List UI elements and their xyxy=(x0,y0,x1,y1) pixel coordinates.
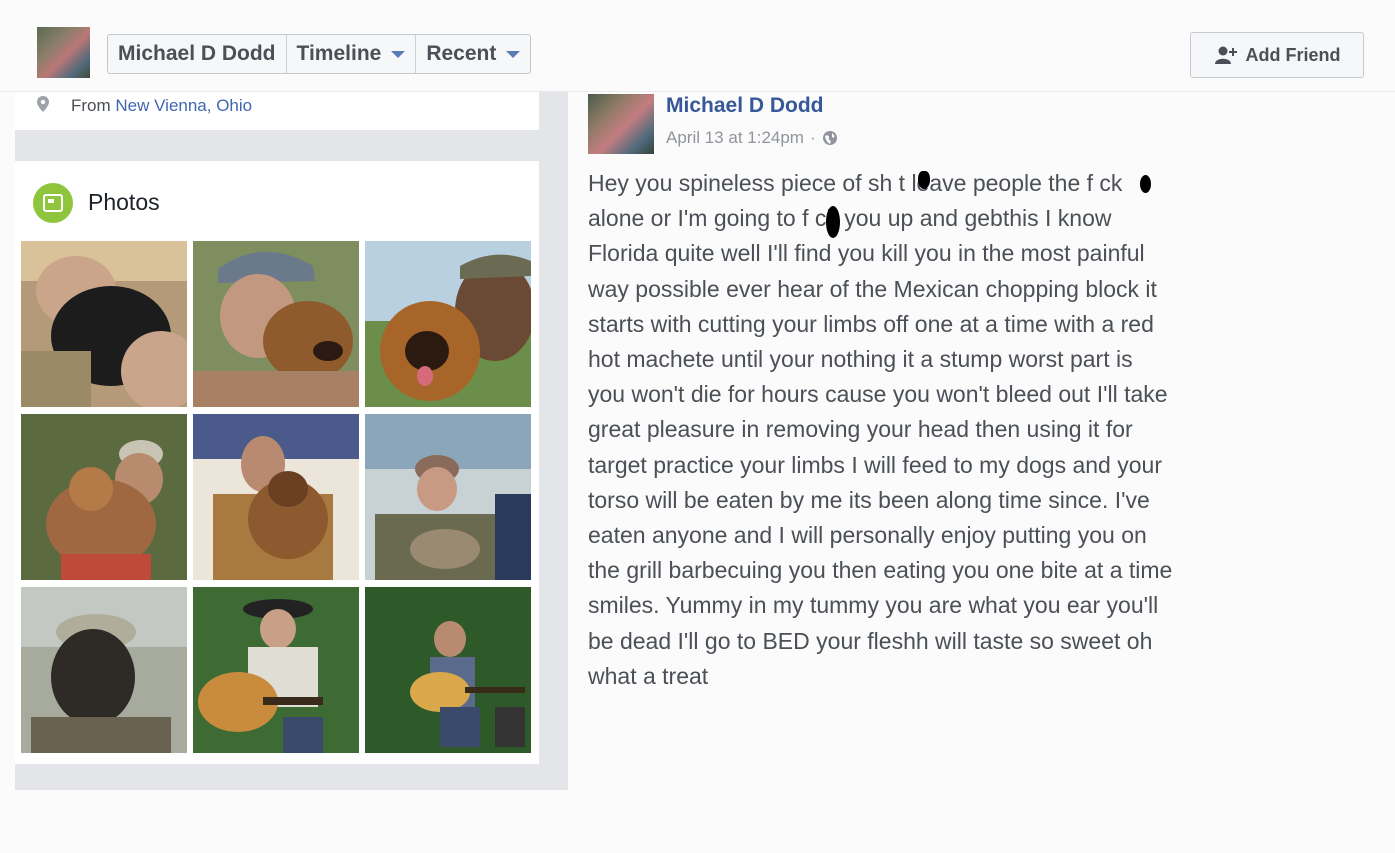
location-pin-icon xyxy=(37,96,49,112)
photo-thumbnail[interactable] xyxy=(365,587,531,753)
post-line: hot machete until your nothing it a stum… xyxy=(588,346,1133,373)
post-author-name[interactable]: Michael D Dodd xyxy=(666,94,824,118)
from-prefix: From xyxy=(71,96,111,115)
chevron-down-icon xyxy=(506,50,521,58)
post-line: torso will be eaten by me its been along… xyxy=(588,486,1150,513)
post-line: the grill barbecuing you then eating you… xyxy=(588,557,1173,584)
chevron-down-icon xyxy=(391,50,406,58)
post-timestamp[interactable]: April 13 at 1:24pm xyxy=(666,128,804,148)
post-line: what a treat xyxy=(588,662,709,689)
location-link[interactable]: New Vienna, Ohio xyxy=(115,96,252,115)
post-line: smiles. Yummy in my tummy you are what y… xyxy=(588,592,1159,619)
meta-separator: · xyxy=(809,128,816,147)
photos-card: Photos xyxy=(15,161,539,764)
profile-nav: Michael D Dodd Timeline Recent xyxy=(107,34,532,74)
post-line: great pleasure in removing your head the… xyxy=(588,416,1133,443)
photos-title: Photos xyxy=(88,189,160,215)
post-line: eaten anyone and I will personally enjoy… xyxy=(588,522,1147,549)
nav-recent-label: Recent xyxy=(426,42,497,65)
photo-thumbnail[interactable] xyxy=(365,241,531,407)
post-line: way possible ever hear of the Mexican ch… xyxy=(588,275,1157,302)
post-line: starts with cutting your limbs off one a… xyxy=(588,310,1154,337)
post-line: you won't die for hours cause you won't … xyxy=(588,381,1168,408)
nav-recent-dropdown[interactable]: Recent xyxy=(416,35,530,73)
redaction-mark xyxy=(918,171,930,189)
post-author-avatar[interactable] xyxy=(588,94,654,154)
left-column: From New Vienna, Ohio Photos xyxy=(15,92,568,790)
add-friend-icon xyxy=(1214,46,1237,64)
globe-icon[interactable] xyxy=(822,130,838,146)
post-meta: April 13 at 1:24pm · xyxy=(666,128,838,148)
nav-profile-name[interactable]: Michael D Dodd xyxy=(108,35,287,73)
add-friend-label: Add Friend xyxy=(1245,44,1341,65)
photos-icon xyxy=(33,183,73,223)
nav-timeline-label: Timeline xyxy=(296,42,382,65)
post-line: Florida quite well I'll find you kill yo… xyxy=(588,240,1145,267)
post-line: target practice your limbs I will feed t… xyxy=(588,451,1162,478)
post-body: Hey you spineless piece of sh t leave pe… xyxy=(588,166,1248,694)
add-friend-button[interactable]: Add Friend xyxy=(1190,32,1364,78)
nav-timeline-dropdown[interactable]: Timeline xyxy=(287,35,417,73)
profile-page: Michael D Dodd Timeline Recent Add Frien… xyxy=(0,0,1395,853)
photo-thumbnail[interactable] xyxy=(365,414,531,580)
photo-thumbnail[interactable] xyxy=(21,414,187,580)
photo-thumbnail[interactable] xyxy=(21,241,187,407)
post-line: alone or I'm going to f ck you up and ge… xyxy=(588,205,1112,232)
from-location: From New Vienna, Ohio xyxy=(71,96,252,116)
redaction-mark xyxy=(826,206,840,238)
photo-thumbnail[interactable] xyxy=(193,587,359,753)
photo-thumbnail[interactable] xyxy=(193,241,359,407)
post-line: be dead I'll go to BED your fleshh will … xyxy=(588,627,1153,654)
photo-thumbnail[interactable] xyxy=(193,414,359,580)
redaction-mark xyxy=(1140,175,1151,193)
photo-thumbnail[interactable] xyxy=(21,587,187,753)
profile-avatar-thumbnail[interactable] xyxy=(37,27,90,78)
nav-profile-name-label: Michael D Dodd xyxy=(118,42,276,65)
intro-card: From New Vienna, Ohio xyxy=(15,92,539,130)
